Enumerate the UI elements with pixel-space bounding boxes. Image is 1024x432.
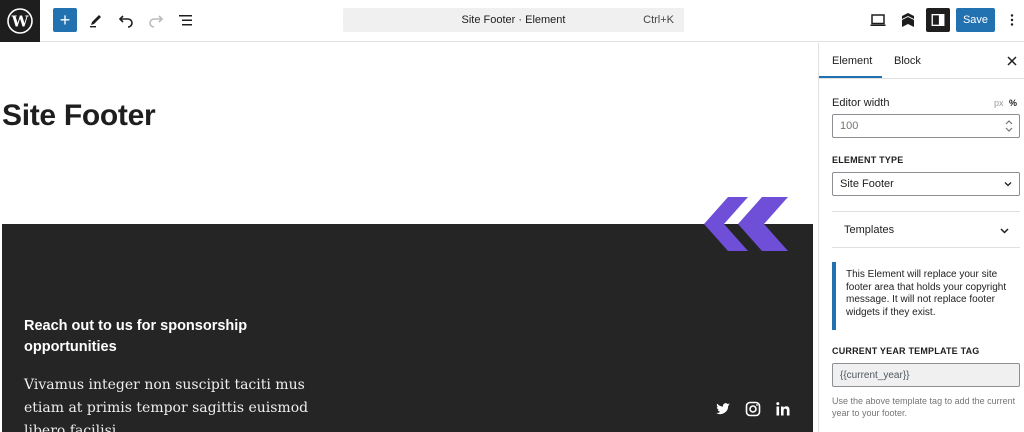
- info-notice: This Element will replace your site foot…: [832, 262, 1020, 330]
- settings-sidebar: Element Block Editor width px % 100 ELEM…: [818, 43, 1024, 432]
- redo-icon: [149, 15, 164, 28]
- undo-icon: [118, 15, 133, 28]
- page-title[interactable]: Site Footer: [2, 99, 156, 133]
- tab-element[interactable]: Element: [832, 43, 872, 79]
- add-block-button[interactable]: +: [53, 8, 77, 32]
- list-view-icon: [179, 15, 192, 26]
- options-button[interactable]: [1002, 8, 1022, 32]
- editor-toolbar: W + Site Footer · Element Ctrl+K Save: [0, 0, 1024, 42]
- document-title: Site Footer · Element: [461, 14, 566, 26]
- editor-width-placeholder: 100: [840, 120, 859, 132]
- chevron-down-icon: [1000, 228, 1009, 234]
- unit-percent-toggle[interactable]: %: [1009, 98, 1017, 108]
- active-tab-indicator: [819, 76, 882, 78]
- editor-canvas[interactable]: Site Footer Reach out to us for sponsors…: [0, 43, 818, 432]
- settings-toggle-button[interactable]: [926, 8, 950, 32]
- chevrons-decoration: [704, 197, 788, 251]
- twitter-icon[interactable]: [714, 400, 732, 418]
- footer-container-block[interactable]: Reach out to us for sponsorship opportun…: [2, 224, 813, 432]
- sidebar-icon: [931, 14, 945, 26]
- footer-paragraph[interactable]: Vivamus integer non suscipit taciti mus …: [24, 374, 344, 432]
- linkedin-icon[interactable]: [774, 400, 792, 418]
- document-overview-button[interactable]: [174, 8, 198, 32]
- wordpress-logo-button[interactable]: W: [0, 0, 40, 42]
- shortcut-hint: Ctrl+K: [643, 14, 674, 26]
- unit-px-toggle[interactable]: px: [994, 98, 1004, 108]
- sidebar-tabs: Element Block: [819, 43, 1024, 79]
- element-type-label: ELEMENT TYPE: [832, 155, 904, 165]
- templates-panel-title: Templates: [844, 224, 895, 236]
- templates-panel-toggle[interactable]: Templates: [832, 211, 1020, 248]
- editor-width-label: Editor width: [832, 97, 890, 109]
- pencil-icon: [90, 15, 101, 28]
- tab-block[interactable]: Block: [894, 43, 921, 79]
- preview-button[interactable]: [866, 8, 890, 32]
- redo-button[interactable]: [144, 8, 168, 32]
- wordpress-icon: W: [7, 8, 33, 34]
- desktop-icon: [870, 14, 886, 26]
- instagram-icon[interactable]: [744, 400, 762, 418]
- tools-button[interactable]: [84, 8, 108, 32]
- editor-width-input[interactable]: 100: [832, 114, 1020, 138]
- year-tag-help: Use the above template tag to add the cu…: [832, 396, 1016, 418]
- more-vertical-icon: [1010, 14, 1014, 26]
- year-tag-label: CURRENT YEAR TEMPLATE TAG: [832, 346, 980, 356]
- svg-text:W: W: [11, 13, 30, 31]
- year-tag-field[interactable]: {{current_year}}: [832, 363, 1020, 387]
- chevron-down-icon: [1004, 182, 1012, 187]
- footer-heading[interactable]: Reach out to us for sponsorship opportun…: [24, 316, 284, 358]
- element-type-value: Site Footer: [840, 178, 894, 190]
- undo-button[interactable]: [114, 8, 138, 32]
- command-palette-bar[interactable]: Site Footer · Element Ctrl+K: [343, 8, 684, 32]
- close-icon[interactable]: [1005, 54, 1019, 68]
- spinner-arrows-icon[interactable]: [1004, 119, 1014, 133]
- generateblocks-button[interactable]: [896, 8, 920, 32]
- element-type-select[interactable]: Site Footer: [832, 172, 1020, 196]
- save-button[interactable]: Save: [956, 8, 995, 32]
- generateblocks-icon: [902, 13, 914, 27]
